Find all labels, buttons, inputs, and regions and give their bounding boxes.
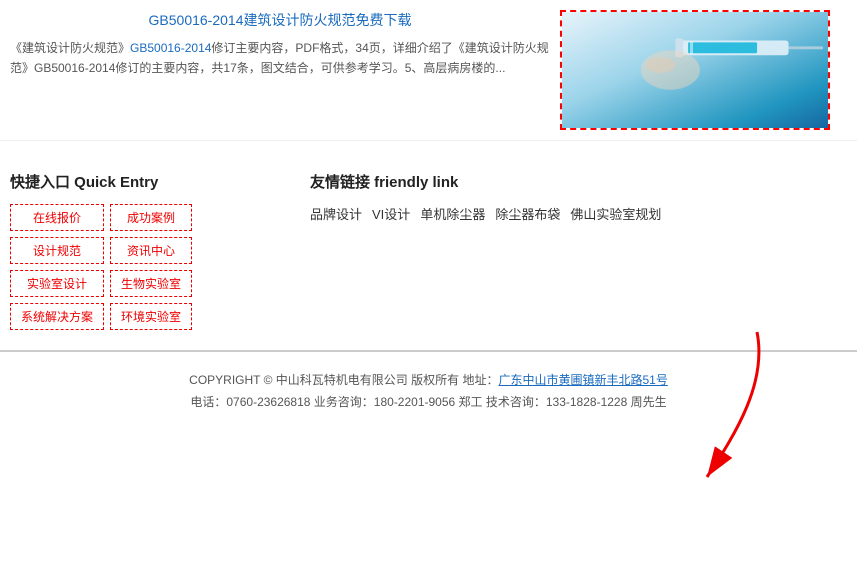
link-foshan-lab[interactable]: 佛山实验室规划: [570, 204, 661, 223]
footer: COPYRIGHT © 中山科瓦特机电有限公司 版权所有 地址：广东中山市黄圃镇…: [0, 352, 857, 423]
quick-entry-heading: 快捷入口 Quick Entry: [10, 171, 290, 192]
btn-system-solution[interactable]: 系统解决方案: [10, 303, 104, 330]
quick-entry-grid: 在线报价 成功案例 设计规范 资讯中心 实验室设计 生物实验室 系统解决方案 环…: [10, 204, 192, 330]
btn-env-lab[interactable]: 环境实验室: [110, 303, 192, 330]
friendly-links-section: 友情链接 friendly link 品牌设计 VI设计 单机除尘器 除尘器布袋…: [310, 171, 837, 330]
footer-address-link[interactable]: 广东中山市黄圃镇新丰北路51号: [498, 373, 667, 387]
btn-lab-design[interactable]: 实验室设计: [10, 270, 104, 297]
btn-design-spec[interactable]: 设计规范: [10, 237, 104, 264]
footer-phone-line: 电话：0760-23626818 业务咨询：180-2201-9056 郑工 技…: [10, 392, 847, 414]
friendly-links-heading: 友情链接 friendly link: [310, 171, 837, 192]
btn-success-cases[interactable]: 成功案例: [110, 204, 192, 231]
copyright-text: COPYRIGHT © 中山科瓦特机电有限公司 版权所有 地址：: [189, 373, 498, 387]
link-dust-collector[interactable]: 单机除尘器: [420, 204, 485, 223]
lab-svg: [562, 12, 828, 128]
article-body: 《建筑设计防火规范》GB50016-2014修订主要内容，PDF格式，34页，详…: [10, 38, 550, 79]
link-vi-design[interactable]: VI设计: [372, 204, 410, 223]
article-text-prefix: 《建筑设计防火规范》: [10, 41, 130, 55]
footer-wrapper: COPYRIGHT © 中山科瓦特机电有限公司 版权所有 地址：广东中山市黄圃镇…: [0, 352, 857, 423]
link-filter-bag[interactable]: 除尘器布袋: [495, 204, 560, 223]
article-section: GB50016-2014建筑设计防火规范免费下载 《建筑设计防火规范》GB500…: [10, 10, 550, 130]
btn-online-quote[interactable]: 在线报价: [10, 204, 104, 231]
btn-news-center[interactable]: 资讯中心: [110, 237, 192, 264]
btn-bio-lab[interactable]: 生物实验室: [110, 270, 192, 297]
article-link[interactable]: GB50016-2014: [130, 41, 211, 55]
top-content-area: GB50016-2014建筑设计防火规范免费下载 《建筑设计防火规范》GB500…: [0, 0, 857, 141]
lab-image: [562, 12, 828, 128]
lab-image-container: [560, 10, 830, 130]
link-brand-design[interactable]: 品牌设计: [310, 204, 362, 223]
quick-entry-section: 快捷入口 Quick Entry 在线报价 成功案例 设计规范 资讯中心 实验室…: [10, 171, 290, 330]
footer-copyright-line: COPYRIGHT © 中山科瓦特机电有限公司 版权所有 地址：广东中山市黄圃镇…: [10, 370, 847, 392]
middle-section: 快捷入口 Quick Entry 在线报价 成功案例 设计规范 资讯中心 实验室…: [0, 151, 857, 352]
friendly-links-list: 品牌设计 VI设计 单机除尘器 除尘器布袋 佛山实验室规划: [310, 204, 837, 223]
article-title[interactable]: GB50016-2014建筑设计防火规范免费下载: [10, 10, 550, 30]
